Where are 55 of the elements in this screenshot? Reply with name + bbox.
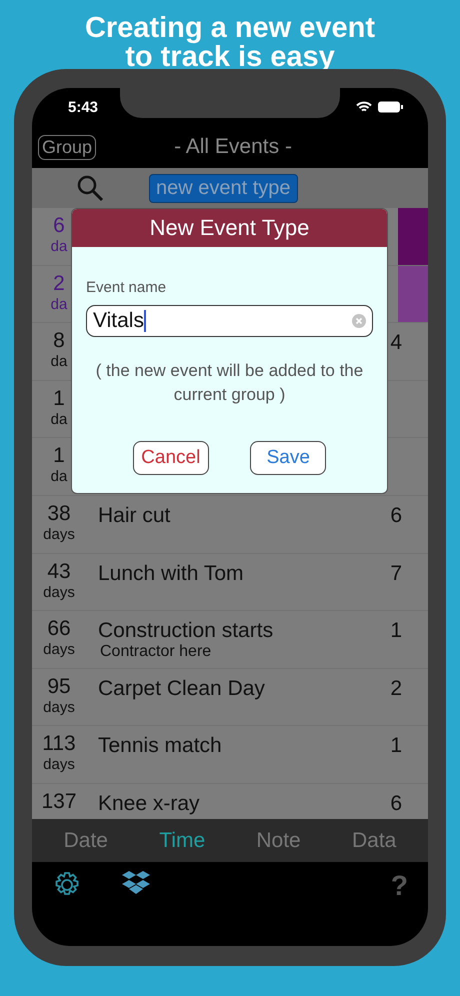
boxes-icon[interactable] xyxy=(122,870,150,896)
dialog-note: ( the new event will be added to the current group ) xyxy=(94,360,364,406)
event-count: 1 xyxy=(390,733,403,758)
event-count: 1 xyxy=(390,618,403,644)
save-button[interactable]: Save xyxy=(250,441,326,475)
headline: Creating a new event to track is easy xyxy=(84,11,376,69)
days-count: 66 xyxy=(47,617,71,642)
new-event-type-button[interactable]: new event type xyxy=(149,174,298,202)
days-label: da xyxy=(50,468,68,486)
event-name[interactable]: Lunch with Tom xyxy=(98,562,244,586)
days-count: 38 xyxy=(47,502,71,526)
days-count: 43 xyxy=(47,560,71,584)
days-label: days xyxy=(43,584,75,602)
event-note: Contractor here xyxy=(99,643,212,662)
event-count: 4 xyxy=(390,330,403,356)
event-count: 2 xyxy=(390,676,403,701)
event-count: 6 xyxy=(390,502,403,528)
battery-icon xyxy=(378,101,404,113)
days-count: 1 xyxy=(53,386,65,411)
tab[interactable]: Time xyxy=(153,828,212,854)
days-label: da xyxy=(50,296,68,314)
days-label: days xyxy=(43,698,75,717)
tab[interactable]: Note xyxy=(250,828,307,854)
days-label: da xyxy=(50,238,68,256)
days-label: days xyxy=(43,526,75,544)
days-count: 137 xyxy=(41,790,77,814)
event-name[interactable]: Hair cut xyxy=(98,504,170,528)
event-name[interactable]: Knee x-ray xyxy=(98,792,200,816)
wifi-icon xyxy=(356,101,372,113)
search-icon[interactable] xyxy=(75,173,105,203)
days-label: da xyxy=(50,410,68,429)
days-label: da xyxy=(50,353,68,372)
days-label: days xyxy=(43,641,75,660)
help-button[interactable]: ? xyxy=(390,870,408,902)
screen-title: - All Events - xyxy=(174,135,292,159)
status-time: 5:43 xyxy=(68,98,98,116)
days-count: 6 xyxy=(53,214,65,238)
event-count: 6 xyxy=(390,790,403,816)
event-count: 7 xyxy=(390,560,403,586)
days-count: 2 xyxy=(53,272,65,296)
group-button[interactable]: Group xyxy=(38,134,96,160)
event-name[interactable]: Construction starts xyxy=(98,619,274,644)
tab[interactable]: Data xyxy=(346,828,402,854)
field-label: Event name xyxy=(86,279,168,296)
cancel-button[interactable]: Cancel xyxy=(132,441,209,475)
days-count: 113 xyxy=(42,732,76,756)
days-count: 95 xyxy=(47,674,71,699)
days-count: 1 xyxy=(53,444,65,468)
days-count: 8 xyxy=(53,329,65,354)
days-label: days xyxy=(43,756,75,774)
tab[interactable]: Date xyxy=(58,828,114,854)
dialog-title: New Event Type xyxy=(72,209,387,247)
event-name[interactable]: Tennis match xyxy=(98,734,222,758)
event-name-field[interactable]: Vitals xyxy=(86,305,373,337)
event-name[interactable]: Carpet Clean Day xyxy=(98,676,265,701)
